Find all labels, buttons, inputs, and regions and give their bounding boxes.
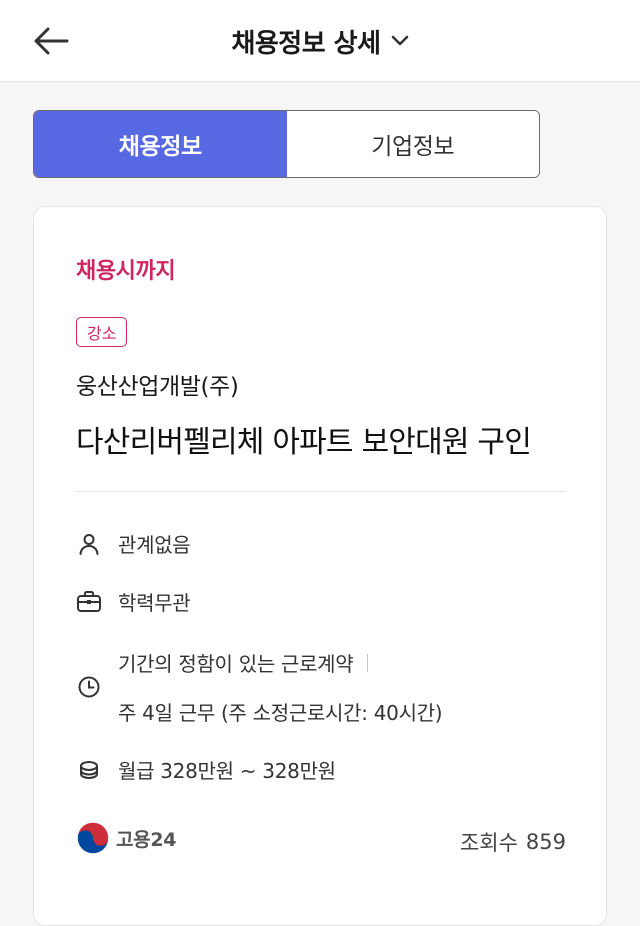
detail-tabs: 채용정보 기업정보 — [33, 110, 540, 178]
job-title: 다산리버펠리체 아파트 보안대원 구인 — [76, 425, 532, 460]
chevron-down-icon — [391, 35, 408, 46]
employment-type-lines: 기간의 정함이 있는 근로계약 주 4일 근무 (주 소정근로시간: 40시간) — [118, 648, 443, 726]
source-info: 고용24 — [76, 821, 177, 855]
career-text: 관계없음 — [118, 533, 191, 557]
tab-company-info[interactable]: 기업정보 — [286, 111, 539, 177]
contract-line: 기간의 정함이 있는 근로계약 — [118, 648, 442, 677]
education-text: 학력무관 — [118, 591, 191, 615]
views-number: 859 — [525, 830, 566, 854]
employment-type-row: 기간의 정함이 있는 근로계약 주 4일 근무 (주 소정근로시간: 40시간) — [76, 643, 443, 731]
contract-type-text: 기간의 정함이 있는 근로계약 — [118, 652, 354, 676]
career-row: 관계없음 — [76, 529, 191, 558]
coins-icon — [76, 757, 102, 783]
clock-icon — [76, 674, 102, 700]
views-label: 조회수 — [459, 831, 518, 855]
source-name: 고용24 — [116, 828, 177, 851]
salary-text: 월급 328만원 ~ 328만원 — [118, 759, 336, 783]
page-title-dropdown[interactable]: 채용정보 상세 — [0, 0, 640, 82]
top-app-bar: 채용정보 상세 — [0, 0, 640, 82]
person-icon — [76, 531, 102, 557]
separator — [367, 653, 369, 672]
divider — [76, 491, 566, 492]
korea-taegeuk-logo — [77, 822, 109, 854]
education-row: 학력무관 — [76, 587, 191, 616]
salary-row: 월급 328만원 ~ 328만원 — [76, 755, 336, 784]
work-schedule-text: 주 4일 근무 (주 소정근로시간: 40시간) — [118, 701, 443, 725]
tab-job-info[interactable]: 채용정보 — [34, 111, 287, 177]
page-title: 채용정보 상세 — [231, 28, 381, 59]
region-badge: 강소 — [76, 317, 128, 347]
deadline-text: 채용시까지 — [76, 259, 176, 284]
view-count: 조회수 859 — [460, 827, 566, 857]
company-name: 웅산산업개발(주) — [76, 374, 239, 400]
job-detail-card: 채용시까지 강소 웅산산업개발(주) 다산리버펠리체 아파트 보안대원 구인 관… — [33, 206, 607, 926]
briefcase-icon — [76, 589, 102, 615]
